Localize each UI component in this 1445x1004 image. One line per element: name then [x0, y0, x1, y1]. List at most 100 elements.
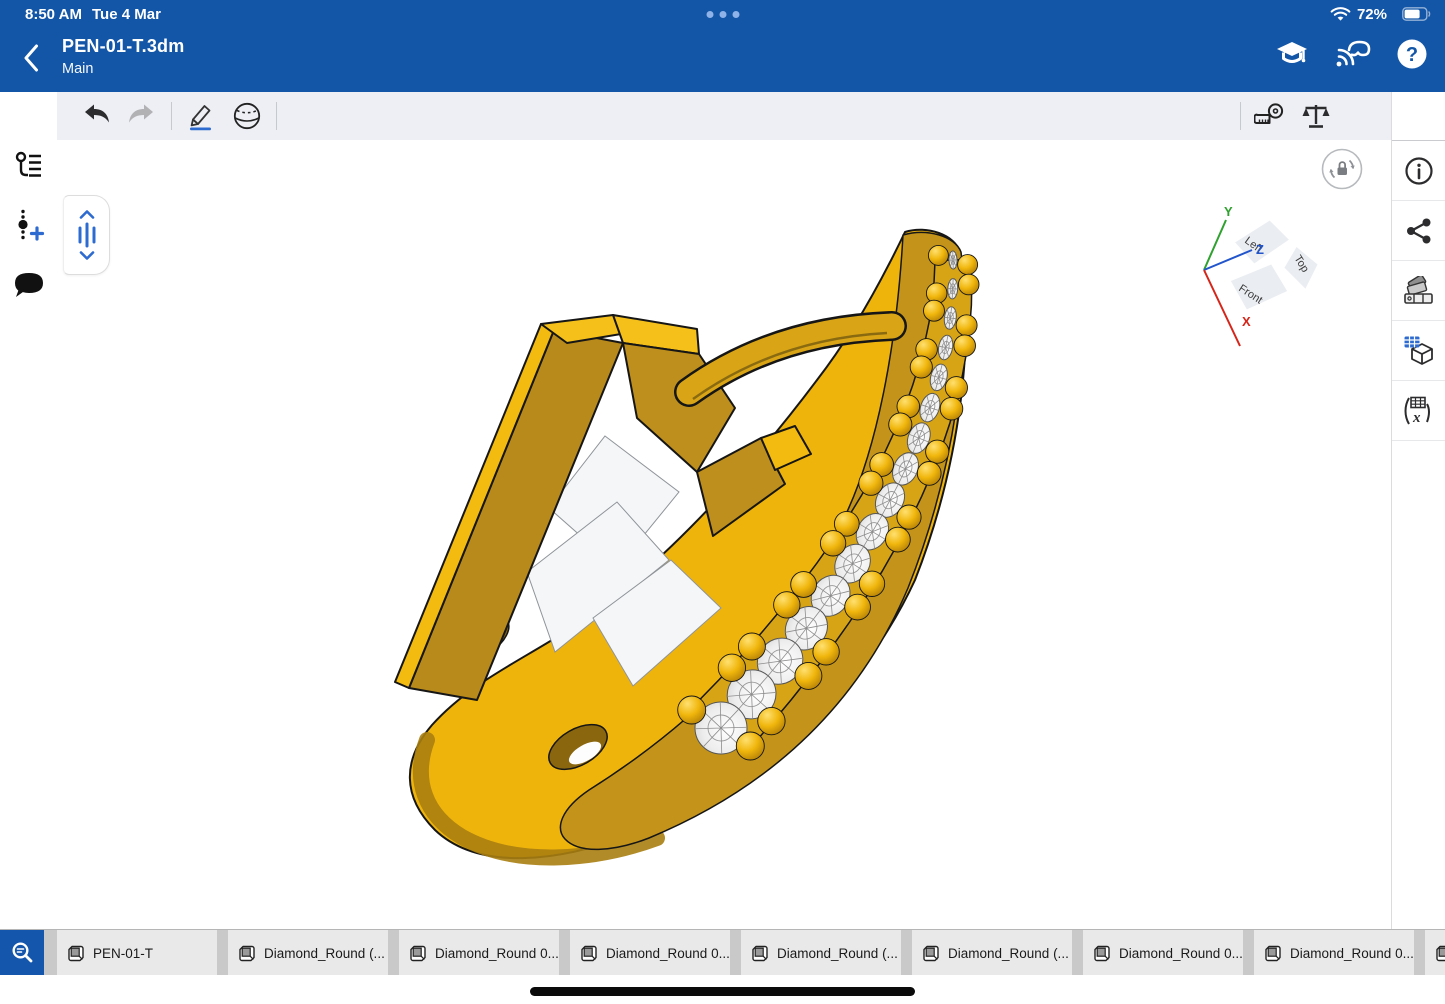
- gold-bead: [738, 633, 765, 660]
- comments-button[interactable]: [0, 264, 57, 308]
- view-cube[interactable]: Left Top Front Y Z X: [1194, 200, 1329, 355]
- wifi-icon: [1330, 7, 1351, 22]
- history-slider-handle[interactable]: [63, 195, 110, 275]
- add-step-icon: [12, 208, 46, 244]
- items-panel-button[interactable]: [0, 144, 57, 188]
- document-tab[interactable]: Diamond_Round 0...: [570, 930, 730, 976]
- redo-icon: [127, 103, 157, 129]
- gold-bead: [897, 505, 921, 529]
- gold-bead: [678, 696, 706, 724]
- gold-bead: [758, 707, 785, 734]
- gold-bead: [889, 413, 912, 436]
- document-tab[interactable]: Diamond_Round 0...: [1254, 930, 1414, 976]
- gold-bead: [859, 571, 884, 596]
- document-cube-icon: [1264, 944, 1283, 963]
- gold-bead: [926, 440, 949, 463]
- add-step-button[interactable]: [0, 204, 57, 248]
- document-tab[interactable]: Diamond_Round 0...: [399, 930, 559, 976]
- right-sidebar: x: [1391, 92, 1445, 929]
- chevron-left-icon: [23, 44, 39, 72]
- document-cube-icon: [67, 944, 86, 963]
- document-tab[interactable]: Diamond_Round (...: [912, 930, 1072, 976]
- battery-icon: [1402, 7, 1431, 21]
- svg-text:x: x: [1412, 410, 1421, 426]
- weight-button[interactable]: [1293, 96, 1339, 136]
- toolbar: [57, 92, 1391, 141]
- gold-bead: [791, 572, 817, 598]
- document-cube-icon: [580, 944, 599, 963]
- nav-bar: PEN-01-T.3dm Main: [0, 28, 1445, 92]
- sketch-tool-button[interactable]: [178, 96, 224, 136]
- materials-button[interactable]: [1392, 261, 1445, 321]
- gold-bead: [820, 531, 845, 556]
- document-tab-label: Diamond_Round 0...: [435, 946, 559, 961]
- document-tab-label: Diamond_Round (...: [777, 946, 898, 961]
- dot: [719, 11, 726, 18]
- help-icon: ?: [1396, 38, 1428, 70]
- share-icon: [1405, 217, 1433, 245]
- gold-bead: [886, 527, 911, 552]
- measuring-tape-icon: [1254, 103, 1286, 129]
- redo-button[interactable]: [119, 96, 165, 136]
- document-tab[interactable]: Diamond_Round (...: [741, 930, 901, 976]
- rotation-lock-button[interactable]: [1321, 148, 1363, 190]
- gold-bead: [956, 315, 977, 336]
- document-tab[interactable]: PEN-01-T: [57, 930, 217, 976]
- multitask-dots[interactable]: [706, 11, 739, 18]
- live-session-button[interactable]: [1333, 34, 1371, 74]
- sketch-pencil-icon: [187, 101, 215, 131]
- document-tab[interactable]: Diamond_Round 0...: [1083, 930, 1243, 976]
- pendant-model[interactable]: [57, 140, 1391, 929]
- learn-button[interactable]: [1273, 34, 1311, 74]
- gold-bead: [958, 274, 979, 295]
- comments-icon: [12, 271, 46, 301]
- help-button[interactable]: ?: [1393, 34, 1431, 74]
- gold-bead: [954, 335, 976, 357]
- gold-bead: [813, 639, 839, 665]
- document-cube-icon: [922, 944, 941, 963]
- document-tab-label: Diamond_Round (...: [264, 946, 385, 961]
- share-button[interactable]: [1392, 201, 1445, 261]
- home-indicator[interactable]: [530, 987, 915, 996]
- chevron-down-icon: [79, 251, 95, 260]
- undo-icon: [81, 103, 111, 129]
- undo-button[interactable]: [73, 96, 119, 136]
- export-button[interactable]: [1392, 321, 1445, 381]
- document-cube-icon: [1435, 944, 1445, 963]
- right-sidebar-spacer: [1392, 92, 1445, 141]
- gold-bead: [940, 397, 963, 420]
- axis-z-label: Z: [1256, 242, 1264, 257]
- viewport-3d[interactable]: Left Top Front Y Z X: [57, 140, 1391, 929]
- document-tab-label: Diamond_Round 0...: [606, 946, 730, 961]
- axis-x-label: X: [1242, 314, 1251, 329]
- live-session-icon: [1333, 38, 1371, 70]
- items-list-icon: [13, 149, 45, 183]
- gold-bead: [736, 732, 764, 760]
- axis-y-label: Y: [1224, 204, 1233, 219]
- toolbar-separator: [1240, 102, 1241, 130]
- left-sidebar: [0, 92, 58, 929]
- info-button[interactable]: [1392, 141, 1445, 201]
- dot: [706, 11, 713, 18]
- gold-bead: [718, 654, 745, 681]
- toolbar-separator: [171, 102, 172, 130]
- status-date: Tue 4 Mar: [92, 6, 161, 23]
- document-cube-icon: [409, 944, 428, 963]
- balance-scale-icon: [1301, 102, 1331, 130]
- graduation-cap-icon: [1275, 39, 1309, 69]
- gold-bead: [945, 377, 967, 399]
- info-icon: [1404, 156, 1434, 186]
- gold-bead: [958, 255, 978, 275]
- slider-bars-icon: [76, 222, 98, 248]
- document-tab[interactable]: Diamond_Round (...: [228, 930, 388, 976]
- tab-strip: PEN-01-TDiamond_Round (...Diamond_Round …: [57, 930, 1445, 976]
- svg-text:?: ?: [1406, 44, 1418, 66]
- variables-button[interactable]: x: [1392, 381, 1445, 441]
- search-button[interactable]: [0, 930, 44, 976]
- document-cube-icon: [751, 944, 770, 963]
- document-tab[interactable]: [1425, 930, 1445, 976]
- measure-button[interactable]: [1247, 96, 1293, 136]
- body-tool-button[interactable]: [224, 96, 270, 136]
- back-button[interactable]: [14, 38, 48, 78]
- gold-bead: [845, 594, 871, 620]
